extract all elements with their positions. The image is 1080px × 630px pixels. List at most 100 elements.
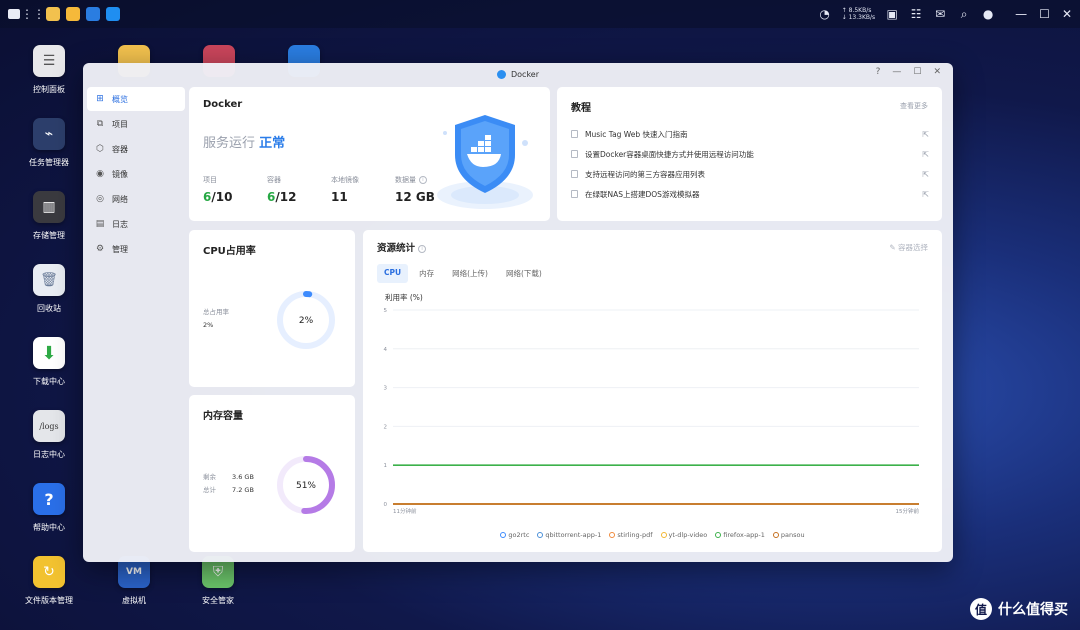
tutorial-item[interactable]: 设置Docker容器桌面快捷方式并使用远程访问功能 ⇱: [571, 144, 929, 164]
sidebar-item-overview[interactable]: ⊞ 概览: [87, 87, 185, 111]
desktop-help-center[interactable]: ? 帮助中心: [17, 483, 81, 533]
project-icon: ⧉: [96, 119, 104, 129]
gauge-center-label: 2%: [299, 316, 314, 326]
gauge-center-label: 51%: [296, 481, 316, 491]
desktop-recycle-bin[interactable]: 🗑 回收站: [17, 264, 81, 314]
sidebar-item-network[interactable]: ◎ 网络: [87, 187, 185, 211]
desktop-icon-label: 控制面板: [33, 85, 65, 94]
stat-label: 数据量: [395, 176, 416, 184]
external-link-icon[interactable]: ⇱: [922, 150, 929, 159]
tutorial-card: 教程 查看更多 Music Tag Web 快速入门指南 ⇱ 设置Docker容…: [557, 87, 942, 221]
taskbar-close-icon[interactable]: ✕: [1062, 7, 1072, 21]
sidebar-item-label: 管理: [112, 244, 128, 254]
y-tick-label: 4: [384, 347, 388, 353]
network-speed: ↑ 8.5KB/s ↓ 13.3KB/s: [842, 7, 876, 21]
taskbar-minimize-icon[interactable]: —: [1015, 7, 1027, 21]
edit-icon: ✎: [889, 243, 898, 252]
desktop-task-manager[interactable]: ⌁ 任务管理器: [17, 118, 81, 168]
window-titlebar[interactable]: Docker ? — ☐ ✕: [83, 63, 953, 85]
sidebar-item-images[interactable]: ◉ 镜像: [87, 162, 185, 186]
info-icon[interactable]: i: [419, 176, 427, 184]
view-more-link[interactable]: 查看更多: [900, 101, 928, 111]
cpu-value: 2%: [203, 321, 214, 329]
legend-item[interactable]: yt-dlp-video: [660, 531, 707, 539]
external-link-icon[interactable]: ⇱: [922, 130, 929, 139]
docker-shield-illustration: [437, 115, 533, 209]
memory-total-value: 7.2 GB: [232, 486, 254, 494]
desktop-storage-manager[interactable]: ▥ 存储管理: [17, 191, 81, 241]
sidebar-item-logs[interactable]: ▤ 日志: [87, 212, 185, 236]
gear-icon: ⚙: [95, 244, 105, 254]
help-icon: ?: [33, 483, 65, 515]
document-icon: [571, 150, 578, 158]
legend-label: pansou: [780, 531, 805, 539]
tab-memory[interactable]: 内存: [412, 264, 441, 283]
stat-images[interactable]: 本地镜像 11: [331, 175, 359, 204]
maximize-icon[interactable]: ☐: [913, 67, 921, 77]
desktop-icon-label: 存储管理: [33, 231, 65, 240]
taskbar-maximize-icon[interactable]: ☐: [1039, 7, 1050, 21]
desktop-security[interactable]: ⛨ 安全管家: [186, 556, 250, 606]
desktop-download-center[interactable]: ⬇ 下载中心: [17, 337, 81, 387]
desktop-icon[interactable]: [8, 9, 20, 19]
sidebar-item-label: 概览: [112, 94, 128, 104]
tutorial-item-label: Music Tag Web 快速入门指南: [585, 129, 688, 139]
taskbar-app-docker-icon[interactable]: [106, 7, 120, 21]
legend-item[interactable]: go2rtc: [500, 531, 529, 539]
external-link-icon[interactable]: ⇱: [922, 170, 929, 179]
sidebar-item-containers[interactable]: ⬡ 容器: [87, 137, 185, 161]
y-tick-label: 1: [384, 463, 388, 469]
stat-projects[interactable]: 项目 6/10: [203, 175, 232, 204]
desktop-file-version[interactable]: ↻ 文件版本管理: [17, 556, 81, 606]
service-status: 服务运行 正常: [203, 132, 285, 151]
desktop-control-panel[interactable]: ☰ 控制面板: [17, 45, 81, 95]
x-tick-label: 15分钟前: [896, 507, 920, 515]
legend-item[interactable]: stirling-pdf: [609, 531, 653, 539]
legend-item[interactable]: firefox-app-1: [715, 531, 765, 539]
tab-cpu[interactable]: CPU: [377, 264, 409, 283]
taskbar-app-settings-icon[interactable]: [86, 7, 100, 21]
minimize-icon[interactable]: —: [892, 67, 901, 77]
desktop-icon-label: 文件版本管理: [25, 596, 73, 605]
taskbar-app-files-icon[interactable]: [46, 7, 60, 21]
container-select-label: 容器选择: [898, 243, 928, 252]
desktop-icon-label: 安全管家: [202, 596, 234, 605]
control-panel-icon: ☰: [33, 45, 65, 77]
task-icon[interactable]: ☷: [909, 7, 923, 21]
desktop-virtual-machine[interactable]: VM 虚拟机: [102, 556, 166, 606]
tutorial-item[interactable]: 在绿联NAS上搭建DOS游戏模拟器 ⇱: [571, 184, 929, 204]
tutorial-item[interactable]: 支持远程访问的第三方容器应用列表 ⇱: [571, 164, 929, 184]
upload-speed: ↑ 8.5KB/s: [841, 7, 872, 14]
search-icon[interactable]: ⌕: [957, 7, 971, 22]
memory-info: 剩余 3.6 GB 总计 7.2 GB: [203, 471, 254, 497]
document-icon: [571, 130, 578, 138]
sidebar-item-manage[interactable]: ⚙ 管理: [87, 237, 185, 261]
info-icon[interactable]: i: [418, 244, 427, 253]
tab-network-upload[interactable]: 网络(上传): [445, 264, 495, 283]
speed-gauge-icon[interactable]: ◔: [818, 7, 832, 21]
taskbar-app-folder-icon[interactable]: [66, 7, 80, 21]
chart-legend: go2rtc qbittorrent-app-1 stirling-pdf yt-dl…: [363, 531, 942, 539]
tab-network-download[interactable]: 网络(下载): [499, 264, 549, 283]
download-speed: ↓ 13.3KB/s: [841, 14, 876, 21]
y-tick-label: 3: [384, 386, 388, 392]
desktop-log-center[interactable]: /logs 日志中心: [17, 410, 81, 460]
tutorial-item[interactable]: Music Tag Web 快速入门指南 ⇱: [571, 124, 929, 144]
memory-card: 内存容量 剩余 3.6 GB 总计 7.2 GB 51%: [189, 395, 355, 552]
legend-item[interactable]: qbittorrent-app-1: [537, 531, 601, 539]
app-grid-icon[interactable]: ⋮⋮: [21, 7, 45, 21]
storage-icon[interactable]: ▣: [885, 7, 899, 21]
cpu-title: CPU占用率: [203, 246, 256, 257]
help-icon[interactable]: ?: [876, 67, 881, 77]
stat-containers[interactable]: 容器 6/12: [267, 175, 296, 204]
container-select-button[interactable]: ✎ 容器选择: [889, 242, 928, 253]
stat-value-total: /12: [275, 190, 297, 204]
user-icon[interactable]: ●: [981, 7, 995, 21]
sidebar-item-projects[interactable]: ⧉ 项目: [87, 112, 185, 136]
close-icon[interactable]: ✕: [933, 67, 941, 77]
message-icon[interactable]: ✉: [933, 7, 947, 21]
external-link-icon[interactable]: ⇱: [922, 190, 929, 199]
legend-item[interactable]: pansou: [772, 531, 805, 539]
desktop-icon-label: 回收站: [37, 304, 61, 313]
summary-title: Docker: [203, 99, 243, 110]
